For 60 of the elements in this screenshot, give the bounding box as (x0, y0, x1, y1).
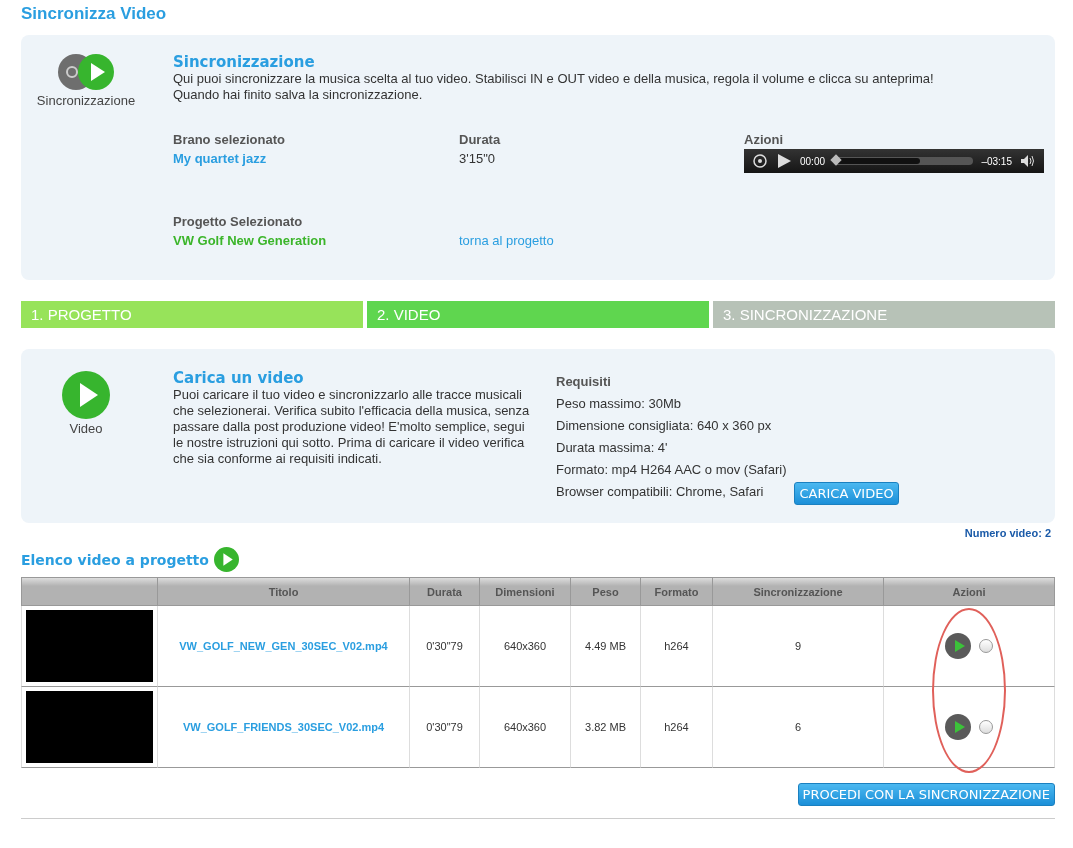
requirement-text: Browser compatibili: Chrome, Safari (556, 483, 765, 501)
proceed-button[interactable]: PROCEDI CON LA SINCRONIZZAZIONE (797, 783, 1055, 806)
panel-description: Puoi caricare il tuo video e sincronizzarlo alle tracce musicali che selezionerai. Verifica subito l'efficacia della musica, senza passare dalla post produzione video! E'molto semplice, segui le nostre istruzioni qui sotto. Prima di caricare il video verifica che sia conforme ai requisiti indicati. (173, 387, 531, 467)
panel-description: Qui puoi sincronizzare la musica scelta al tuo video. Stabilisci IN e OUT video e della musica, regola il volume e clicca su anteprima! Quando hai finito salva la sincronizzazione. (173, 71, 935, 103)
column-header: Formato (641, 577, 713, 606)
seek-bar[interactable] (833, 157, 974, 165)
disc-play-icon (57, 53, 115, 91)
requirement-text: Dimensione consigliata: 640 x 360 px (556, 417, 773, 435)
field-label: Durata (459, 131, 502, 149)
requirement-text: Durata massima: 4' (556, 439, 669, 457)
page-title: Sincronizza Video (21, 4, 168, 24)
table-cell: 4.49 MB (571, 606, 641, 687)
radio-button[interactable] (979, 639, 993, 653)
step-tab[interactable]: 2. VIDEO (367, 301, 709, 328)
field-label: Brano selezionato (173, 131, 286, 149)
field-label: Progetto Selezionato (173, 213, 304, 231)
upload-video-button[interactable]: CARICA VIDEO (794, 482, 899, 505)
table-cell: 6 (713, 687, 884, 768)
table-cell: 640x360 (480, 687, 571, 768)
table-cell: 9 (713, 606, 884, 687)
remaining-time: –03:15 (981, 155, 1012, 167)
track-link[interactable]: My quartet jazz (173, 151, 267, 166)
column-header: Peso (571, 577, 641, 606)
project-name: VW Golf New Generation (173, 233, 327, 248)
video-count: Numero video: 2 (963, 527, 1051, 539)
panel-heading: Carica un video (173, 369, 305, 387)
icon-label: Video (69, 421, 103, 436)
volume-icon[interactable] (1020, 154, 1036, 168)
table-cell: 0'30"79 (410, 687, 480, 768)
icon-label: Sincronizzazione (36, 93, 136, 108)
table-cell: h264 (641, 687, 713, 768)
play-icon[interactable] (945, 714, 971, 740)
play-icon[interactable] (776, 153, 792, 169)
video-title-link[interactable]: VW_GOLF_NEW_GEN_30SEC_V02.mp4 (179, 640, 388, 652)
column-header: Sincronizzazione (713, 577, 884, 606)
table-cell: 640x360 (480, 606, 571, 687)
column-header: Dimensioni (480, 577, 571, 606)
field-label: Azioni (744, 131, 784, 149)
requirement-text: Formato: mp4 H264 AAC o mov (Safari) (556, 461, 787, 479)
table-cell: 3.82 MB (571, 687, 641, 768)
back-link[interactable]: torna al progetto (459, 233, 554, 248)
panel-heading: Sincronizzazione (173, 53, 316, 71)
table-cell: h264 (641, 606, 713, 687)
column-header: Titolo (158, 577, 410, 606)
duration-value: 3'15"0 (459, 151, 496, 166)
step-tab[interactable]: 3. SINCRONIZZAZIONE (713, 301, 1055, 328)
table-cell: 0'30"79 (410, 606, 480, 687)
step-tab[interactable]: 1. PROGETTO (21, 301, 363, 328)
play-icon (213, 547, 239, 572)
play-icon[interactable] (945, 633, 971, 659)
requirements-title: Requisiti (556, 373, 612, 391)
current-time: 00:00 (800, 155, 826, 167)
list-heading: Elenco video a progetto (21, 551, 209, 568)
column-header: Durata (410, 577, 480, 606)
requirement-text: Peso massimo: 30Mb (556, 395, 682, 413)
radio-button[interactable] (979, 720, 993, 734)
seek-handle[interactable] (830, 154, 842, 166)
column-header: Azioni (884, 577, 1055, 606)
video-title-link[interactable]: VW_GOLF_FRIENDS_30SEC_V02.mp4 (182, 721, 385, 733)
play-icon (62, 371, 110, 419)
